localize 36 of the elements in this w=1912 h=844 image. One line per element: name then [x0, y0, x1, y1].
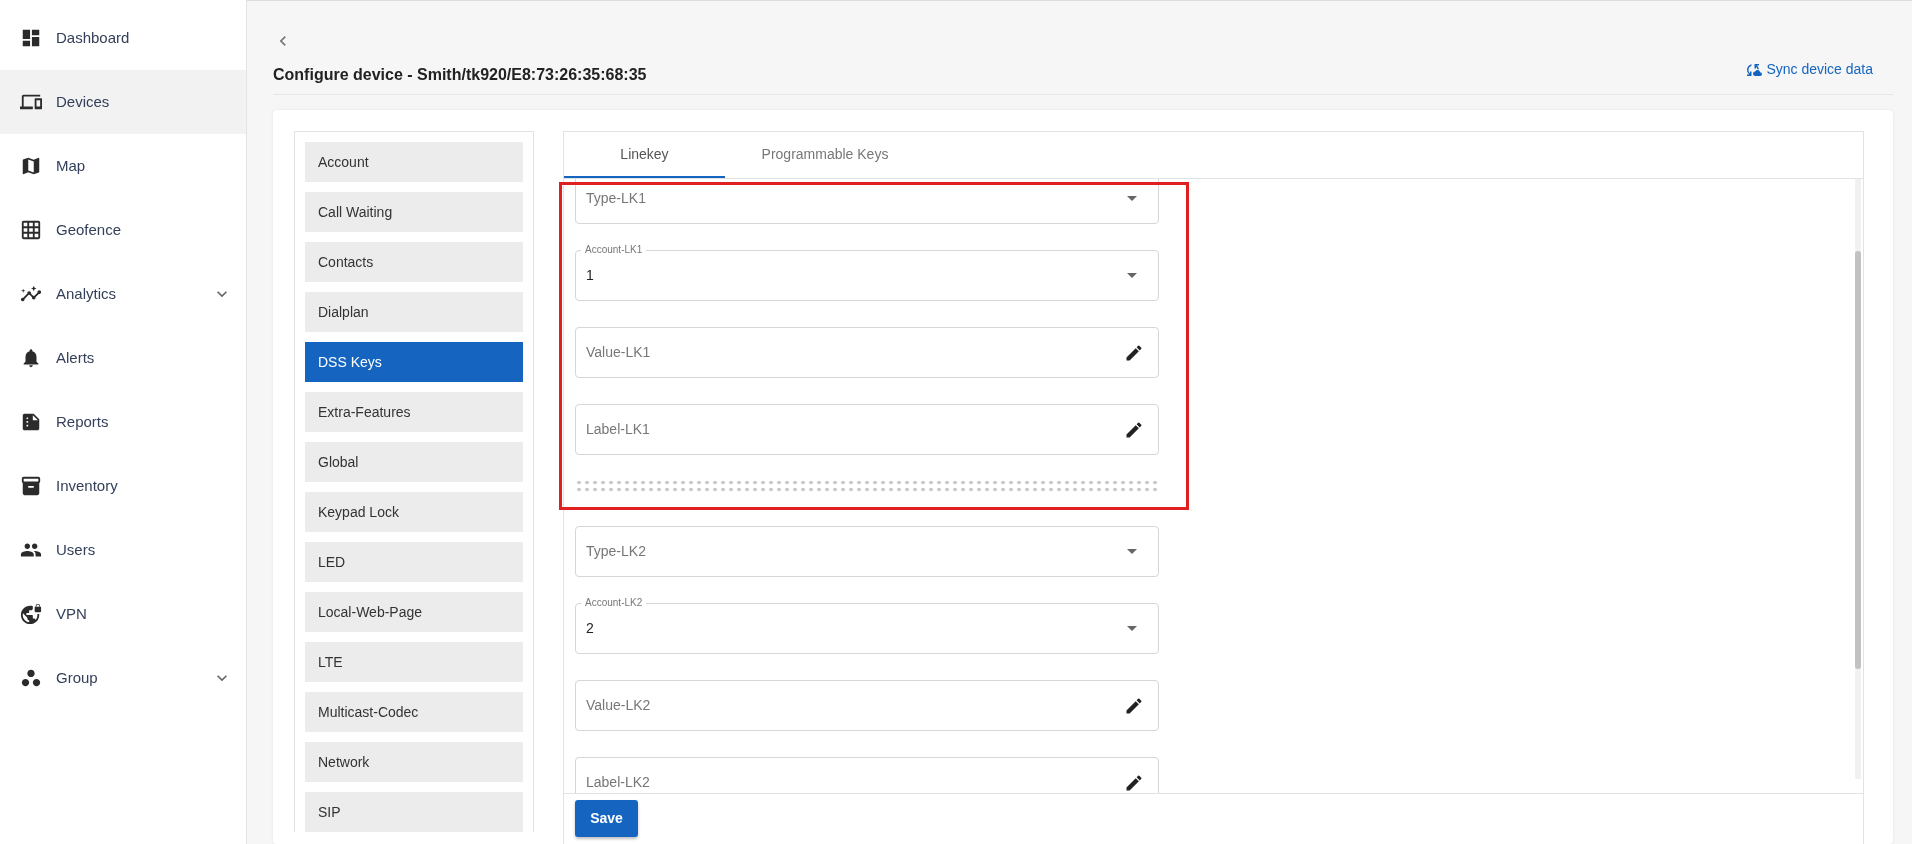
settings-item[interactable]: Contacts [305, 242, 523, 282]
settings-item[interactable]: Dialplan [305, 292, 523, 332]
dropdown-icon [1127, 196, 1137, 201]
circles-icon [20, 667, 42, 689]
grid-icon [20, 219, 42, 241]
tab[interactable]: Programmable Keys [725, 132, 925, 178]
edit-icon [1124, 695, 1144, 716]
archive-icon [20, 475, 42, 497]
settings-item[interactable]: Network [305, 742, 523, 782]
save-button[interactable]: Save [575, 800, 638, 837]
settings-item[interactable]: Local-Web-Page [305, 592, 523, 632]
settings-item[interactable]: Account [305, 142, 523, 182]
globe-lock-icon [20, 603, 42, 625]
dropdown-icon [1127, 273, 1137, 278]
edit-icon [1124, 772, 1144, 793]
page-title: Configure device - Smith/tk920/E8:73:26:35:68:35 [273, 65, 647, 85]
settings-item[interactable]: DSS Keys [305, 342, 523, 382]
settings-item[interactable]: LTE [305, 642, 523, 682]
dashboard-icon [20, 27, 42, 49]
settings-item[interactable]: Extra-Features [305, 392, 523, 432]
settings-item[interactable]: Call Waiting [305, 192, 523, 232]
edit-icon [1124, 342, 1144, 363]
settings-item[interactable]: SIP [305, 792, 523, 832]
dropdown-icon [1127, 549, 1137, 554]
settings-item[interactable]: Keypad Lock [305, 492, 523, 532]
settings-item[interactable]: LED [305, 542, 523, 582]
settings-item[interactable]: Multicast-Codec [305, 692, 523, 732]
document-icon [20, 411, 42, 433]
dropdown-icon [1127, 626, 1137, 631]
nav-item[interactable]: Devices [0, 70, 246, 134]
edit-icon [1124, 419, 1144, 440]
settings-item[interactable]: Global [305, 442, 523, 482]
select-field[interactable]: Type-LK1 [575, 179, 1159, 224]
map-icon [20, 155, 42, 177]
scrollbar[interactable] [1855, 179, 1861, 779]
sync-link[interactable]: Sync device data [1744, 59, 1873, 80]
